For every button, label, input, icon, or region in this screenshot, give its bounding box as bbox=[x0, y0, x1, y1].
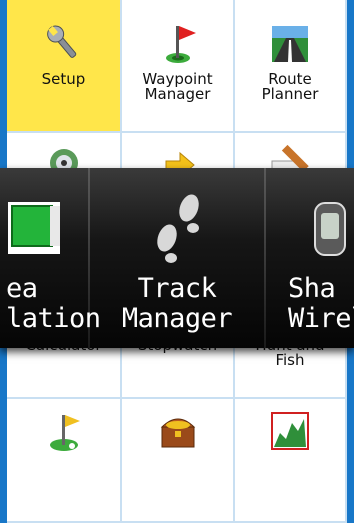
flag-icon bbox=[156, 22, 200, 66]
golf-flag-icon bbox=[42, 409, 86, 453]
menu-item-geocache[interactable] bbox=[122, 399, 235, 523]
menu-item-label: Route Planner bbox=[261, 70, 319, 103]
menu-item-route-planner[interactable]: Route Planner bbox=[235, 0, 347, 133]
treasure-chest-icon bbox=[156, 409, 200, 453]
wireless-share-icon bbox=[286, 188, 354, 268]
feature-carousel: ea lation Track Manager Sha Wirel bbox=[0, 168, 354, 348]
carousel-item-track-manager[interactable]: Track Manager bbox=[90, 168, 264, 348]
carousel-item-share-wireless[interactable]: Sha Wirel bbox=[266, 168, 354, 348]
elevation-chart-icon bbox=[268, 409, 312, 453]
footprints-icon bbox=[142, 188, 212, 268]
menu-item-label: Setup bbox=[41, 70, 86, 88]
carousel-item-label: Track Manager bbox=[121, 273, 233, 334]
carousel-item-label: ea lation bbox=[6, 273, 101, 334]
menu-item-setup[interactable]: Setup bbox=[7, 0, 122, 133]
menu-item-waypoint-manager[interactable]: Waypoint Manager bbox=[122, 0, 235, 133]
menu-item-label: Waypoint Manager bbox=[142, 70, 213, 103]
carousel-item-area-calculation[interactable]: ea lation bbox=[0, 168, 101, 348]
carousel-item-label: Sha Wirel bbox=[288, 273, 354, 334]
road-icon bbox=[268, 22, 312, 66]
area-calculation-icon bbox=[0, 188, 69, 268]
wrench-icon bbox=[42, 22, 86, 66]
menu-item-golf[interactable] bbox=[7, 399, 122, 523]
menu-item-elevation[interactable] bbox=[235, 399, 347, 523]
